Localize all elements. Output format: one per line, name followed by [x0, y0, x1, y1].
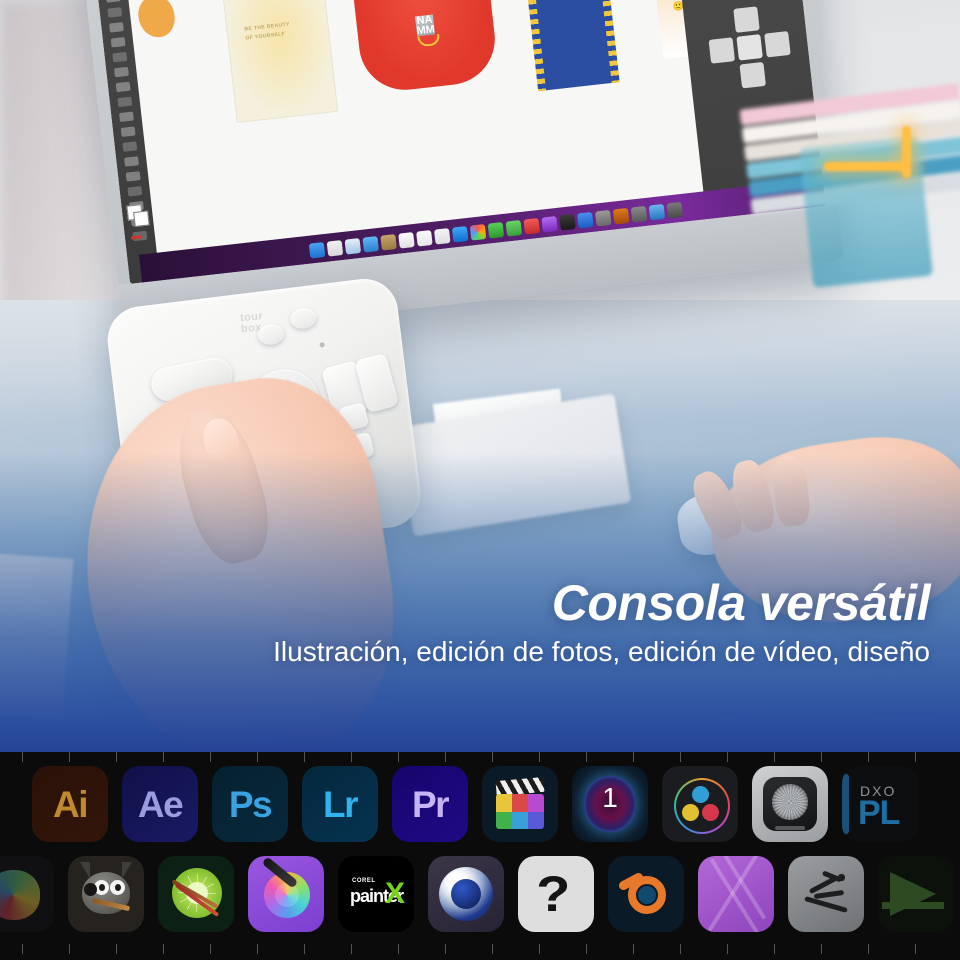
app-icon-strip: Ai Ae Ps Lr Pr 1 DXO PL COREL painter X …	[0, 752, 960, 960]
app-icon-krita[interactable]	[248, 856, 324, 932]
app-icon-after-effects[interactable]: Ae	[122, 766, 198, 842]
caption-block: Consola versátil Ilustración, edición de…	[0, 552, 960, 752]
product-photo: NA MM NA MM NA MM BE THE BEAUTY OF YOURS…	[0, 0, 960, 752]
dxo-photolab-icon	[842, 774, 849, 834]
subheadline: Ilustración, edición de fotos, edición d…	[273, 636, 930, 667]
capture-one-label: 1	[602, 782, 618, 813]
final-cut-pro-icon	[495, 776, 545, 829]
app-icon-illustrator[interactable]: Ai	[32, 766, 108, 842]
lightroom-icon: Lr	[323, 783, 359, 825]
clip-studio-paint-icon: ?	[536, 866, 571, 922]
ruler-ticks-top	[0, 752, 960, 764]
app-icon-premiere-pro[interactable]: Pr	[392, 766, 468, 842]
paint-blob	[136, 0, 177, 40]
artwork-tote-logo: NA MM	[414, 13, 436, 38]
app-icon-gimp[interactable]	[68, 856, 144, 932]
app-icon-vegas-pro[interactable]	[878, 856, 954, 932]
headline: Consola versátil	[551, 575, 931, 631]
krita-dark-icon	[0, 870, 40, 920]
app-icon-clip-studio-paint[interactable]: ?	[518, 856, 594, 932]
ruler-ticks-bottom	[0, 944, 960, 956]
app-icon-dxo-photolab[interactable]: DXO PL	[842, 766, 918, 842]
dxo-product-label: PL	[858, 794, 900, 832]
app-icon-paint-tool-sai[interactable]	[158, 856, 234, 932]
corel-painter-version: X	[384, 877, 405, 910]
app-icon-logic-pro[interactable]	[752, 766, 828, 842]
app-row-primary: Ai Ae Ps Lr Pr 1 DXO PL	[32, 766, 918, 842]
app-icon-corel-painter[interactable]: COREL painter X	[338, 856, 414, 932]
app-icon-capture-one[interactable]: 1	[572, 766, 648, 842]
artwork-tote-bag: BE THE BEAUTY OF YOURSELF	[206, 0, 344, 123]
app-icon-blender[interactable]	[608, 856, 684, 932]
tourbox-led-indicator	[319, 342, 325, 348]
app-icon-zbrush[interactable]	[788, 856, 864, 932]
properties-pad[interactable]	[705, 3, 793, 91]
zbrush-icon	[800, 868, 852, 920]
vegas-pro-icon	[890, 872, 936, 916]
corel-brand-label: COREL	[352, 878, 376, 884]
app-icon-davinci-resolve[interactable]	[662, 766, 738, 842]
fill-stroke-swatch[interactable]	[126, 204, 150, 228]
premiere-pro-icon: Pr	[411, 783, 450, 825]
artwork-tote-bag: NA MM	[340, 0, 504, 113]
cinema-4d-icon	[439, 867, 493, 921]
app-icon-cinema-4d[interactable]	[428, 856, 504, 932]
app-icon-photoshop[interactable]: Ps	[212, 766, 288, 842]
app-icon-final-cut-pro[interactable]	[482, 766, 558, 842]
artwork-tote-bag: NA MM	[504, 0, 630, 104]
app-icon-krita-dark[interactable]	[0, 856, 54, 932]
desk-lamp-glow	[818, 116, 938, 196]
photoshop-icon: Ps	[228, 783, 273, 825]
app-icon-affinity-photo[interactable]	[698, 856, 774, 932]
app-icon-lightroom[interactable]: Lr	[302, 766, 378, 842]
illustrator-icon: Ai	[53, 783, 89, 825]
after-effects-icon: Ae	[137, 783, 184, 825]
app-row-secondary: COREL painter X ?	[0, 856, 954, 932]
marketing-banner: NA MM NA MM NA MM BE THE BEAUTY OF YOURS…	[0, 0, 960, 960]
